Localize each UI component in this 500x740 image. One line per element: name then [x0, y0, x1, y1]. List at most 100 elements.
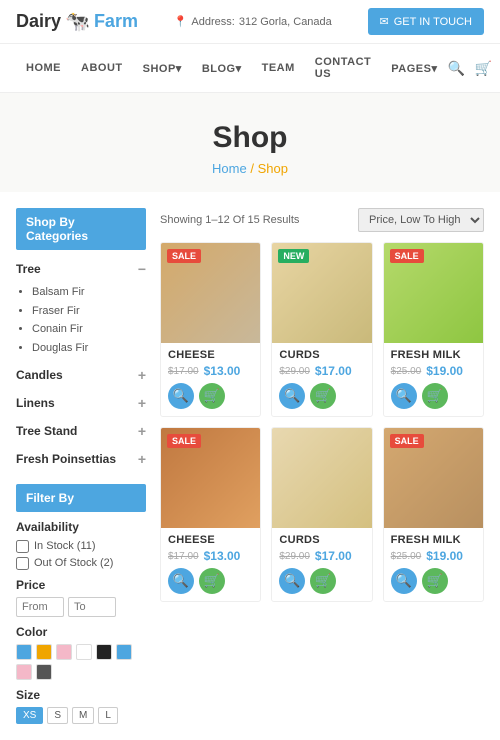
product-card-5: CURDS $29.00 $17.00 🔍 🛒 — [271, 427, 372, 602]
price-new-5: $17.00 — [315, 549, 352, 563]
product-actions-5: 🔍 🛒 — [279, 568, 364, 594]
size-s[interactable]: S — [47, 707, 68, 724]
cart-button-5[interactable]: 🛒 — [310, 568, 336, 594]
products-toolbar: Showing 1–12 Of 15 Results Price, Low To… — [160, 208, 484, 232]
sale-badge-3: SALE — [390, 249, 424, 263]
view-button-1[interactable]: 🔍 — [168, 383, 194, 409]
breadcrumb-home[interactable]: Home — [212, 161, 247, 176]
nav-home[interactable]: HOME — [16, 50, 71, 86]
breadcrumb-current: Shop — [258, 161, 288, 176]
product-info-6: FRESH MILK $25.00 $19.00 🔍 🛒 — [384, 528, 483, 601]
color-swatch-pink[interactable] — [56, 644, 72, 660]
price-from-input[interactable] — [16, 597, 64, 617]
view-button-5[interactable]: 🔍 — [279, 568, 305, 594]
out-of-stock-label: Out Of Stock (2) — [34, 557, 113, 569]
product-card-4: SALE CHEESE $17.00 $13.00 🔍 🛒 — [160, 427, 261, 602]
breadcrumb: Home / Shop — [16, 161, 484, 176]
color-swatch-black[interactable] — [96, 644, 112, 660]
price-inputs — [16, 597, 146, 617]
price-old-1: $17.00 — [168, 366, 199, 377]
subcategory-item[interactable]: Balsam Fir — [32, 283, 146, 302]
nav-contact[interactable]: CONTACT US — [305, 44, 381, 92]
category-poinsettias-toggle[interactable]: + — [138, 451, 146, 467]
cart-button-1[interactable]: 🛒 — [199, 383, 225, 409]
subcategory-item[interactable]: Conain Fir — [32, 320, 146, 339]
nav-pages[interactable]: PAGES▾ — [381, 50, 447, 87]
subcategory-item[interactable]: Douglas Fir — [32, 339, 146, 358]
category-tree-stand-toggle[interactable]: + — [138, 423, 146, 439]
category-tree-stand-header[interactable]: Tree Stand + — [16, 420, 146, 442]
nav-links: HOME ABOUT SHOP▾ BLOG▾ TEAM CONTACT US P… — [16, 44, 447, 92]
product-name-1: CHEESE — [168, 349, 253, 361]
price-to-input[interactable] — [68, 597, 116, 617]
out-of-stock-checkbox[interactable] — [16, 557, 29, 570]
price-new-6: $19.00 — [426, 549, 463, 563]
nav-shop[interactable]: SHOP▾ — [133, 50, 192, 87]
product-image-3: SALE — [384, 243, 483, 343]
product-image-1: SALE — [161, 243, 260, 343]
nav-blog[interactable]: BLOG▾ — [192, 50, 252, 87]
breadcrumb-separator: / — [250, 161, 257, 176]
search-icon[interactable]: 🔍 — [447, 60, 464, 77]
price-new-2: $17.00 — [315, 364, 352, 378]
availability-in-stock[interactable]: In Stock (11) — [16, 540, 146, 553]
cart-button-3[interactable]: 🛒 — [422, 383, 448, 409]
product-card-6: SALE FRESH MILK $25.00 $19.00 🔍 🛒 — [383, 427, 484, 602]
category-candles-header[interactable]: Candles + — [16, 364, 146, 386]
product-prices-1: $17.00 $13.00 — [168, 364, 253, 378]
nav-about[interactable]: ABOUT — [71, 50, 133, 86]
product-image-5 — [272, 428, 371, 528]
product-info-2: CURDS $29.00 $17.00 🔍 🛒 — [272, 343, 371, 416]
nav-team[interactable]: TEAM — [252, 50, 305, 86]
category-linens-label: Linens — [16, 396, 55, 410]
product-actions-4: 🔍 🛒 — [168, 568, 253, 594]
address-icon: 📍 — [174, 15, 188, 28]
color-swatch-pink2[interactable] — [16, 664, 32, 680]
nav-icons: 🔍 🛒 — [447, 60, 492, 77]
cart-button-4[interactable]: 🛒 — [199, 568, 225, 594]
color-title: Color — [16, 625, 146, 639]
sort-select[interactable]: Price, Low To High Price, High To Low Ne… — [358, 208, 484, 232]
product-image-6: SALE — [384, 428, 483, 528]
availability-out-of-stock[interactable]: Out Of Stock (2) — [16, 557, 146, 570]
cart-icon[interactable]: 🛒 — [475, 60, 492, 77]
category-tree-toggle[interactable]: − — [138, 261, 146, 277]
product-prices-5: $29.00 $17.00 — [279, 549, 364, 563]
in-stock-checkbox[interactable] — [16, 540, 29, 553]
size-xs[interactable]: XS — [16, 707, 43, 724]
get-in-touch-button[interactable]: ✉ GET IN TOUCH — [368, 8, 484, 35]
price-old-2: $29.00 — [279, 366, 310, 377]
size-m[interactable]: M — [72, 707, 94, 724]
shop-hero: Shop Home / Shop — [0, 93, 500, 192]
category-candles-toggle[interactable]: + — [138, 367, 146, 383]
category-tree-label: Tree — [16, 262, 41, 276]
view-button-6[interactable]: 🔍 — [391, 568, 417, 594]
size-l[interactable]: L — [98, 707, 118, 724]
category-linens-toggle[interactable]: + — [138, 395, 146, 411]
category-tree-header[interactable]: Tree − — [16, 258, 146, 280]
color-swatch-blue[interactable] — [16, 644, 32, 660]
product-info-5: CURDS $29.00 $17.00 🔍 🛒 — [272, 528, 371, 601]
logo-dairy: Dairy — [16, 11, 61, 32]
color-swatch-gray[interactable] — [36, 664, 52, 680]
product-name-4: CHEESE — [168, 534, 253, 546]
category-poinsettias-header[interactable]: Fresh Poinsettias + — [16, 448, 146, 470]
color-swatch-blue2[interactable] — [116, 644, 132, 660]
cart-button-6[interactable]: 🛒 — [422, 568, 448, 594]
product-prices-4: $17.00 $13.00 — [168, 549, 253, 563]
view-button-2[interactable]: 🔍 — [279, 383, 305, 409]
view-button-3[interactable]: 🔍 — [391, 383, 417, 409]
subcategory-list: Balsam Fir Fraser Fir Conain Fir Douglas… — [16, 283, 146, 358]
products-area: Showing 1–12 Of 15 Results Price, Low To… — [160, 208, 484, 724]
subcategory-item[interactable]: Fraser Fir — [32, 302, 146, 321]
price-old-6: $25.00 — [391, 551, 422, 562]
cart-button-2[interactable]: 🛒 — [310, 383, 336, 409]
view-button-4[interactable]: 🔍 — [168, 568, 194, 594]
color-swatch-white[interactable] — [76, 644, 92, 660]
category-tree-stand: Tree Stand + — [16, 420, 146, 442]
product-actions-1: 🔍 🛒 — [168, 383, 253, 409]
category-linens-header[interactable]: Linens + — [16, 392, 146, 414]
availability-title: Availability — [16, 520, 146, 534]
color-swatch-orange[interactable] — [36, 644, 52, 660]
product-card-2: NEW CURDS $29.00 $17.00 🔍 🛒 — [271, 242, 372, 417]
